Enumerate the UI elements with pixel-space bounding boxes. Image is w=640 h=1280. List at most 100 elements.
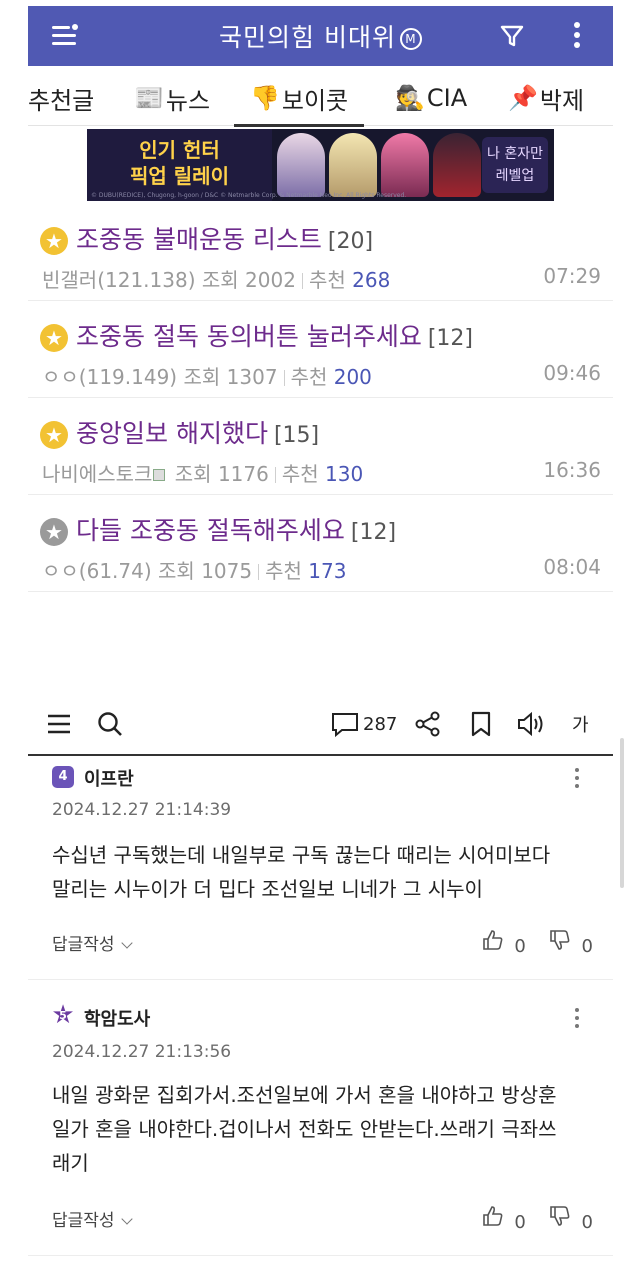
user-level-badge: ★ 5 [51, 1000, 75, 1030]
divider [301, 273, 303, 289]
minor-gallery-mark-icon: M [399, 28, 422, 50]
gallery-tabs: 추천글 📰 뉴스 👎 보이콧 🕵 CIA 📌 박제 [28, 70, 613, 127]
dislike-button[interactable]: 0 [548, 928, 593, 957]
filter-icon[interactable] [498, 22, 526, 50]
post-item[interactable]: ★ 조중동 불매운동 리스트 [20] 빈갤러(121.138) 조회 2002 추… [28, 204, 613, 301]
comment-more-icon[interactable] [575, 768, 579, 792]
dislike-count: 0 [581, 936, 593, 957]
post-meta: ㅇㅇ(61.74) 조회 1075 추천 173 [42, 555, 346, 584]
like-button[interactable]: 0 [481, 1204, 526, 1233]
speaker-icon[interactable] [516, 708, 548, 740]
banner-character-image [329, 133, 377, 197]
comment-count: [12] [427, 326, 474, 351]
tab-label: 박제 [539, 86, 585, 115]
post-item[interactable]: ★ 다들 조중동 절독해주세요 [12] ㅇㅇ(61.74) 조회 1075 추천 … [28, 495, 613, 592]
game-ad-banner[interactable]: 인기 헌터 픽업 릴레이 나 혼자만 레벨업 © DUBU(REDICE), C… [87, 129, 554, 201]
like-count: 0 [514, 1212, 526, 1233]
comment-more-icon[interactable] [575, 1008, 579, 1032]
tab-pinned[interactable]: 📌 박제 [508, 70, 584, 126]
thumbs-down-icon [550, 1206, 570, 1226]
views-label: 조회 [158, 559, 195, 583]
rec-label: 추천 [265, 559, 302, 583]
comment-text-line: 일가 혼을 내야한다.겁이나서 전화도 안받는다.쓰래기 극좌쓰 [52, 1117, 557, 1141]
views-label: 조회 [201, 268, 239, 292]
post-time: 09:46 [543, 361, 601, 385]
post-item[interactable]: ★ 조중동 절독 동의버튼 눌러주세요 [12] ㅇㅇ(119.149) 조회 1… [28, 301, 613, 398]
comment-votes: 0 0 [481, 928, 593, 957]
comment-text-line: 수십년 구독했는데 내일부로 구독 끊는다 때리는 시어미보다 [52, 843, 551, 867]
post-title-text: 조중동 절독 동의버튼 눌러주세요 [76, 322, 422, 351]
comment-text-line: 내일 광화문 집회가서.조선일보에 가서 혼을 내야하고 방상훈 [52, 1083, 557, 1107]
comment-text-line: 말리는 시누이가 더 밉다 조선일보 니네가 그 시누이 [52, 877, 483, 901]
banner-copyright: © DUBU(REDICE), Chugong, h-goon / D&C © … [91, 192, 407, 199]
tab-recommended[interactable]: 추천글 [28, 70, 94, 126]
comment-button[interactable]: 287 [330, 708, 397, 740]
views-count: 1307 [226, 365, 278, 389]
comment-text: 수십년 구독했는데 내일부로 구독 끊는다 때리는 시어미보다 말리는 시누이가… [52, 838, 602, 906]
rec-label: 추천 [290, 365, 328, 389]
like-count: 0 [514, 936, 526, 957]
share-icon[interactable] [414, 708, 442, 740]
reply-label: 답글작성 [52, 935, 115, 955]
post-title[interactable]: 중앙일보 해지했다 [15] [76, 414, 319, 450]
post-author: 빈갤러(121.138) [42, 268, 196, 292]
banner-headline-line: 픽업 릴레이 [130, 164, 229, 188]
comment-date: 2024.12.27 21:13:56 [52, 1042, 232, 1062]
commenter-name[interactable]: 학암도사 [84, 1005, 150, 1031]
search-icon[interactable] [96, 708, 124, 740]
views-label: 조회 [174, 462, 212, 486]
pushpin-icon: 📌 [508, 84, 538, 112]
banner-headline: 인기 헌터 픽업 릴레이 [87, 129, 272, 201]
divider [274, 467, 276, 483]
commenter-name[interactable]: 이프란 [84, 765, 134, 791]
post-item[interactable]: ★ 중앙일보 해지했다 [15] 나비에스토크 조회 1176 추천 130 16:… [28, 398, 613, 495]
tab-news[interactable]: 📰 뉴스 [134, 70, 210, 126]
post-author: ㅇㅇ(61.74) [42, 559, 152, 583]
post-time: 16:36 [543, 458, 601, 482]
dislike-count: 0 [581, 1212, 593, 1233]
rec-count: 173 [308, 559, 347, 583]
rec-count: 200 [333, 365, 372, 389]
thumbs-up-icon [482, 1206, 503, 1226]
font-size-button[interactable]: 가 [572, 708, 589, 740]
like-button[interactable]: 0 [481, 928, 526, 957]
gallery-header: 국민의힘 비대위 M [28, 6, 613, 66]
banner-character-image [381, 133, 429, 197]
dislike-button[interactable]: 0 [548, 1204, 593, 1233]
newspaper-icon: 📰 [134, 84, 164, 112]
reply-label: 답글작성 [52, 1211, 115, 1231]
bookmark-icon[interactable] [468, 708, 494, 740]
post-meta: 나비에스토크 조회 1176 추천 130 [42, 458, 363, 487]
recommended-star-icon: ★ [40, 324, 68, 352]
recommended-star-icon: ★ [40, 227, 68, 255]
tab-cia[interactable]: 🕵 CIA [395, 70, 467, 126]
more-options-icon[interactable] [574, 20, 582, 52]
hamburger-menu-icon[interactable] [46, 708, 72, 740]
rec-label: 추천 [308, 268, 346, 292]
tab-label: 추천글 [28, 86, 95, 115]
scrollbar[interactable] [620, 738, 624, 888]
post-title[interactable]: 조중동 절독 동의버튼 눌러주세요 [12] [76, 317, 473, 353]
divider [258, 564, 260, 580]
views-label: 조회 [183, 365, 221, 389]
chevron-down-icon [120, 937, 133, 949]
banner-headline-line: 인기 헌터 [139, 138, 220, 162]
banner-logo-line: 레벨업 [495, 168, 535, 184]
post-time: 08:04 [543, 555, 601, 579]
tab-boycott[interactable]: 👎 보이콧 [234, 70, 365, 127]
post-title-text: 중앙일보 해지했다 [76, 419, 268, 448]
post-title[interactable]: 조중동 불매운동 리스트 [20] [76, 220, 373, 256]
reply-button[interactable]: 답글작성 [52, 930, 133, 955]
menu-icon[interactable] [52, 24, 80, 48]
reply-button[interactable]: 답글작성 [52, 1206, 133, 1231]
thumbs-down-icon: 👎 [250, 84, 280, 112]
divider [283, 370, 285, 386]
gallery-title-text: 국민의힘 비대위 [219, 23, 396, 52]
post-title[interactable]: 다들 조중동 절독해주세요 [12] [76, 511, 396, 547]
tab-label: 뉴스 [165, 86, 211, 115]
views-count: 1176 [217, 462, 269, 486]
post-meta: ㅇㅇ(119.149) 조회 1307 추천 200 [42, 361, 372, 390]
views-count: 1075 [201, 559, 253, 583]
thumbs-up-icon [482, 930, 503, 950]
rec-count: 130 [325, 462, 364, 486]
